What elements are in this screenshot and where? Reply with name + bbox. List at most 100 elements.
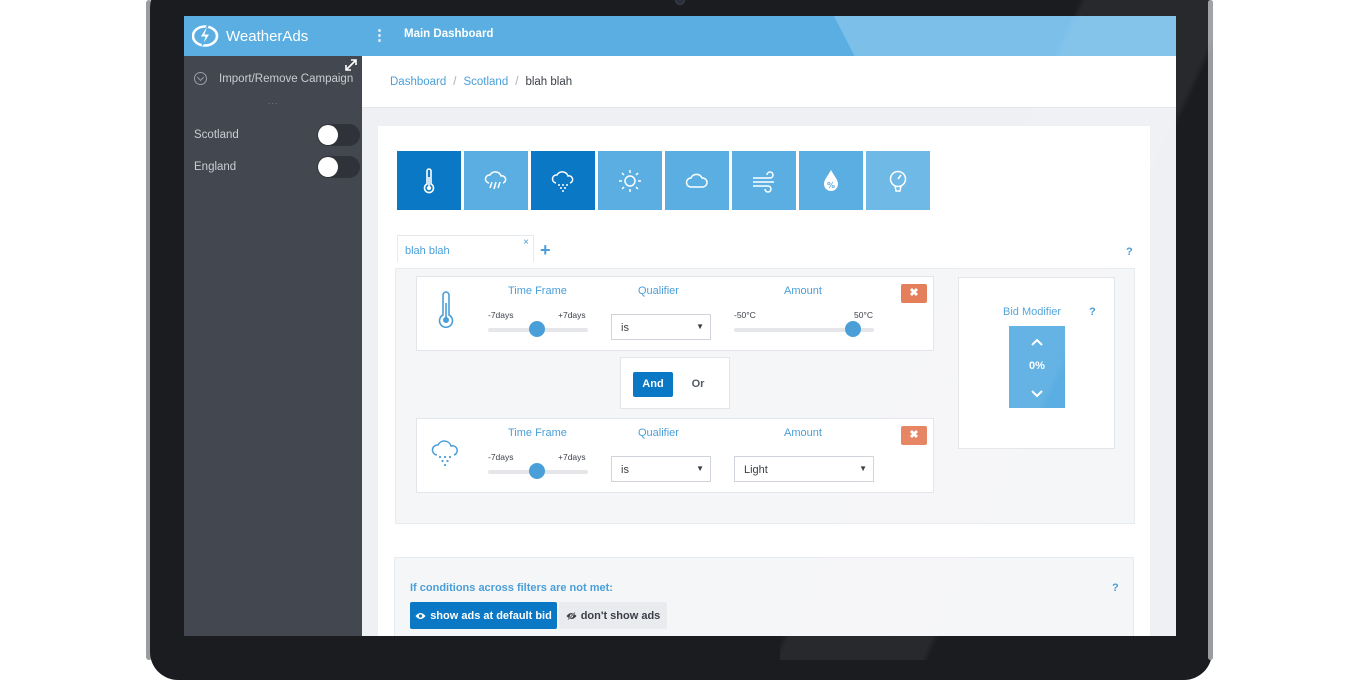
toggle-knob	[318, 125, 338, 145]
amount-min-label: -50°C	[734, 310, 756, 320]
humidity-icon: %	[824, 169, 838, 191]
breadcrumb-current: blah blah	[525, 75, 573, 88]
tab-snow[interactable]	[531, 151, 595, 210]
sidebar-more-indicator: ...	[268, 96, 279, 106]
time-frame-max-label: +7days	[558, 310, 586, 320]
time-frame-slider-handle[interactable]	[529, 321, 545, 337]
fallback-label: If conditions across filters are not met…	[410, 582, 613, 594]
amount-max-label: 50°C	[854, 310, 873, 320]
sidebar-item-scotland: Scotland	[194, 124, 360, 146]
amount-header: Amount	[784, 285, 822, 297]
brand-name: WeatherAds	[226, 27, 309, 45]
weather-type-tabs: %	[397, 151, 930, 210]
tab-wind[interactable]	[732, 151, 796, 210]
tab-cloud[interactable]	[665, 151, 729, 210]
eye-icon	[415, 612, 426, 619]
dont-show-ads-label: don't show ads	[580, 609, 661, 622]
close-icon[interactable]: ×	[523, 237, 529, 248]
time-frame-min-label: -7days	[488, 310, 514, 320]
rain-icon	[484, 170, 507, 189]
tab-pressure[interactable]	[866, 151, 930, 210]
scotland-toggle[interactable]	[317, 124, 360, 146]
qualifier-header: Qualifier	[638, 427, 679, 439]
england-toggle[interactable]	[317, 156, 360, 178]
bid-modifier-stepper: 0%	[1009, 326, 1065, 408]
rule-conditions-panel: Time Frame -7days +7days Qualifier is ▼ …	[395, 268, 1135, 524]
thermometer-icon	[423, 167, 435, 193]
rule-editor-card: % blah blah × + ? Time Frame -7days +7da…	[378, 126, 1150, 636]
chevron-up-icon[interactable]	[1031, 338, 1043, 346]
amount-header: Amount	[784, 427, 822, 439]
time-frame-header: Time Frame	[508, 427, 567, 439]
add-rule-button[interactable]: +	[540, 240, 551, 261]
page-title: Main Dashboard	[404, 28, 494, 40]
bid-modifier-value: 0%	[1029, 360, 1045, 372]
amount-slider-handle[interactable]	[845, 321, 861, 337]
import-remove-campaign[interactable]: Import/Remove Campaign	[194, 72, 362, 85]
cloud-icon	[685, 173, 708, 188]
rule-tab-label: blah blah	[405, 245, 450, 257]
tab-humidity[interactable]: %	[799, 151, 863, 210]
toggle-knob	[318, 157, 338, 177]
app-screen: WeatherAds ⋮ Main Dashboard Import/Remov…	[184, 16, 1176, 636]
delete-condition-button[interactable]: ✖	[901, 284, 927, 303]
and-button[interactable]: And	[633, 372, 673, 397]
help-icon[interactable]: ?	[1126, 246, 1133, 258]
time-frame-slider-handle[interactable]	[529, 463, 545, 479]
breadcrumb: Dashboard / Scotland / blah blah	[362, 56, 1176, 108]
chevron-down-icon[interactable]	[1031, 390, 1043, 398]
condition-row-snow: Time Frame -7days +7days Qualifier is ▼ …	[416, 418, 934, 493]
show-ads-default-bid-button[interactable]: show ads at default bid	[410, 602, 557, 629]
logic-operator-toggle: And Or	[620, 357, 730, 409]
amount-select[interactable]: Light ▼	[734, 456, 874, 482]
breadcrumb-separator: /	[453, 75, 457, 88]
snow-icon	[431, 440, 458, 467]
expand-icon[interactable]	[344, 58, 358, 72]
dropdown-caret-icon: ▼	[696, 464, 704, 473]
time-frame-min-label: -7days	[488, 452, 514, 462]
tab-sun[interactable]	[598, 151, 662, 210]
or-button[interactable]: Or	[683, 372, 713, 397]
pressure-gauge-icon	[889, 170, 907, 192]
breadcrumb-separator: /	[515, 75, 519, 88]
sidebar-item-england: England	[194, 156, 360, 178]
top-bar-highlight	[834, 16, 1176, 56]
tab-rain[interactable]	[464, 151, 528, 210]
sidebar: Import/Remove Campaign ... Scotland Engl…	[184, 56, 362, 636]
eye-slash-icon	[566, 611, 577, 620]
tab-rule-blah-blah[interactable]: blah blah ×	[397, 235, 534, 262]
condition-row-temperature: Time Frame -7days +7days Qualifier is ▼ …	[416, 276, 934, 351]
thermometer-icon	[438, 291, 454, 328]
dropdown-caret-icon: ▼	[696, 322, 704, 331]
breadcrumb-scotland[interactable]: Scotland	[463, 76, 508, 88]
help-icon[interactable]: ?	[1112, 582, 1119, 594]
brand[interactable]: WeatherAds	[184, 16, 362, 56]
wind-icon	[753, 170, 774, 193]
dont-show-ads-button[interactable]: don't show ads	[559, 602, 667, 629]
show-ads-label: show ads at default bid	[430, 609, 552, 622]
delete-condition-button[interactable]: ✖	[901, 426, 927, 445]
sun-icon	[619, 169, 641, 192]
time-frame-max-label: +7days	[558, 452, 586, 462]
bid-modifier-panel: Bid Modifier ? 0%	[958, 277, 1115, 449]
top-bar: WeatherAds ⋮ Main Dashboard	[184, 16, 1176, 56]
dropdown-caret-icon: ▼	[859, 464, 867, 473]
qualifier-value: is	[621, 464, 629, 476]
qualifier-select[interactable]: is ▼	[611, 456, 711, 482]
logo-icon	[192, 25, 219, 47]
import-remove-label: Import/Remove Campaign	[219, 72, 354, 85]
time-frame-header: Time Frame	[508, 285, 567, 297]
fallback-panel: If conditions across filters are not met…	[394, 557, 1134, 636]
bid-modifier-label: Bid Modifier	[1003, 306, 1062, 318]
breadcrumb-dashboard[interactable]: Dashboard	[390, 76, 446, 88]
svg-text:%: %	[827, 181, 835, 190]
sidebar-item-label: England	[194, 161, 237, 173]
kebab-menu-icon[interactable]: ⋮	[372, 26, 387, 44]
download-circle-icon	[194, 72, 207, 85]
help-icon[interactable]: ?	[1089, 306, 1096, 318]
qualifier-value: is	[621, 322, 629, 334]
tab-temperature[interactable]	[397, 151, 461, 210]
qualifier-header: Qualifier	[638, 285, 679, 297]
qualifier-select[interactable]: is ▼	[611, 314, 711, 340]
amount-value: Light	[744, 464, 768, 476]
